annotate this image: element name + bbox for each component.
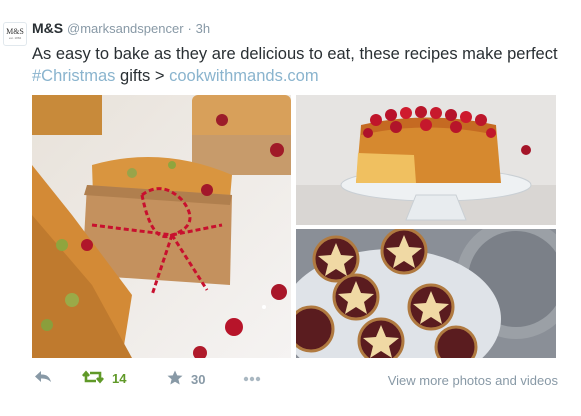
more-options-button[interactable]	[243, 370, 261, 385]
tweet-actions: 14 30 View more photos and videos	[32, 370, 558, 392]
tweet-text: As easy to bake as they are delicious to…	[32, 43, 572, 87]
tweet-text-gifts: gifts >	[120, 67, 165, 85]
hashtag-link[interactable]: #Christmas	[32, 67, 115, 85]
photo-cranberry-cake[interactable]	[296, 95, 556, 225]
photo-grid	[32, 95, 556, 358]
favorite-button[interactable]: 30	[167, 370, 205, 388]
photo-mince-pies[interactable]	[296, 229, 556, 358]
reply-button[interactable]	[34, 370, 52, 387]
tweet-text-line1: As easy to bake as they are delicious to…	[32, 45, 558, 63]
tweet-timestamp[interactable]: 3h	[196, 21, 210, 36]
avatar[interactable]: M&S est. 1884	[3, 22, 27, 46]
tweet-header: M&S @marksandspencer · 3h	[32, 20, 210, 36]
more-dots-icon	[243, 370, 261, 385]
photo-cakes[interactable]	[32, 95, 291, 358]
favorite-count: 30	[191, 371, 206, 387]
star-icon	[167, 370, 183, 388]
author-name[interactable]: M&S	[32, 20, 63, 36]
retweet-count: 14	[112, 371, 127, 386]
url-link[interactable]: cookwithmands.com	[169, 67, 318, 85]
separator-dot: ·	[187, 21, 192, 36]
retweet-icon	[82, 370, 104, 387]
author-handle[interactable]: @marksandspencer	[67, 21, 184, 36]
reply-icon	[34, 370, 52, 387]
view-more-photos-link[interactable]: View more photos and videos	[388, 373, 558, 388]
avatar-logo-text: M&S	[6, 27, 24, 36]
retweet-button[interactable]: 14	[82, 370, 126, 387]
avatar-small-text: est. 1884	[8, 36, 22, 40]
